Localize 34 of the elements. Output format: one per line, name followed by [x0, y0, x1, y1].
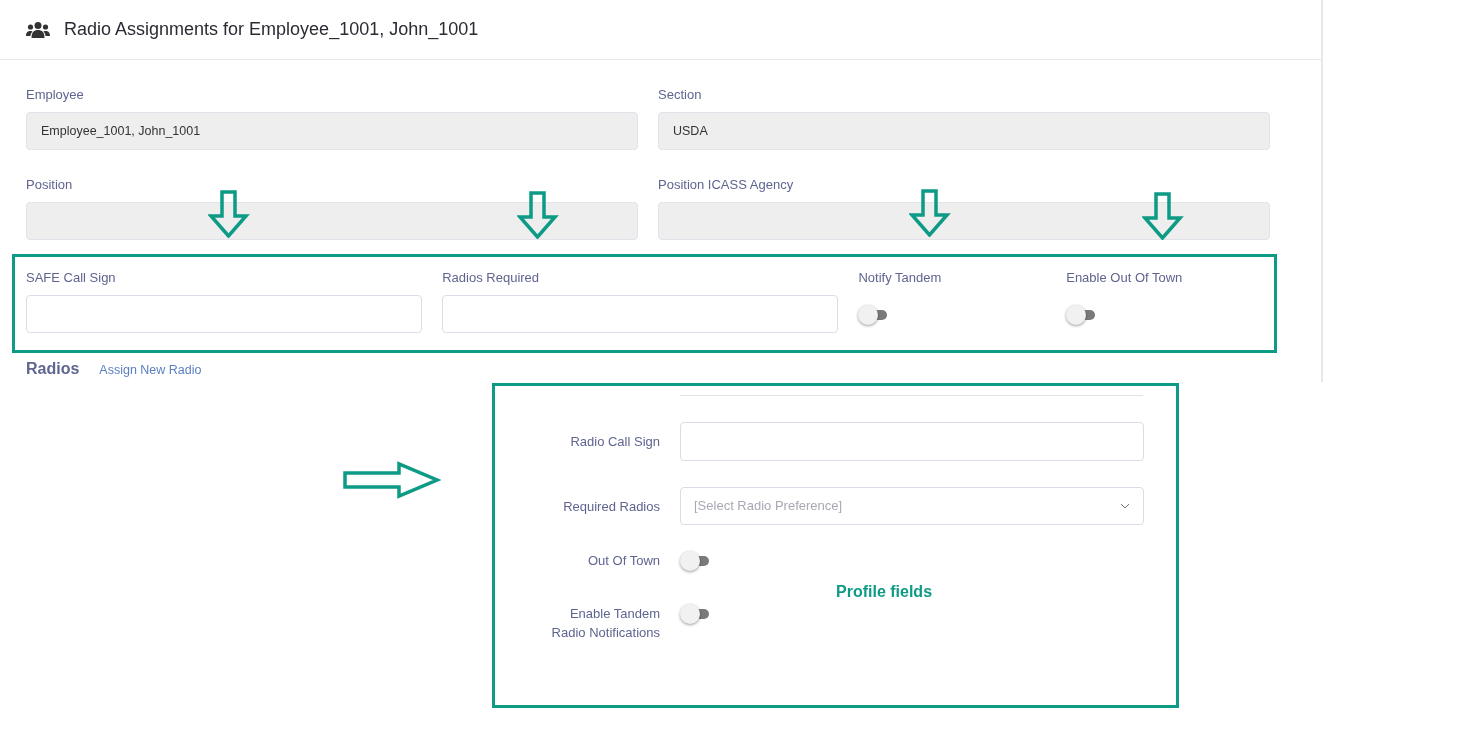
- field-label: Enable Tandem Radio Notifications: [550, 605, 660, 642]
- field-label: Employee: [26, 86, 85, 104]
- toggle-switch[interactable]: [680, 551, 710, 571]
- field-label: Section: [658, 86, 703, 104]
- down-arrow-icon: [208, 190, 250, 238]
- assign-radio-link[interactable]: Assign New Radio: [99, 361, 202, 380]
- chevron-down-icon: [1120, 503, 1130, 509]
- field-label: Radios Required: [442, 269, 541, 287]
- section-heading: Radios: [26, 359, 80, 379]
- field-label: Enable Out Of Town: [1066, 269, 1184, 287]
- readonly-field[interactable]: USDA: [658, 112, 1270, 150]
- toggle-switch[interactable]: [680, 604, 710, 624]
- page-title: Radio Assignments for Employee_1001, John_1001: [64, 18, 479, 42]
- text-field[interactable]: [442, 295, 839, 333]
- field-label: Notify Tandem: [858, 269, 943, 287]
- right-arrow-icon: [343, 461, 441, 499]
- readonly-field[interactable]: Employee_1001, John_1001: [26, 112, 638, 150]
- field-label: Position ICASS Agency: [658, 176, 795, 194]
- text-field[interactable]: [26, 295, 423, 333]
- down-arrow-icon: [1142, 192, 1184, 240]
- readonly-field[interactable]: [26, 202, 638, 240]
- down-arrow-icon: [517, 191, 559, 239]
- down-arrow-icon: [909, 189, 951, 237]
- users-icon: [26, 20, 50, 39]
- readonly-field[interactable]: [658, 202, 1270, 240]
- text-field[interactable]: [680, 422, 1144, 461]
- field-label: Out Of Town: [587, 552, 660, 570]
- field-label: Radio Call Sign: [569, 433, 660, 451]
- toggle-switch[interactable]: [858, 305, 889, 325]
- annotation-label: Profile fields: [836, 582, 933, 602]
- field-label: SAFE Call Sign: [26, 269, 117, 287]
- field-label: Required Radios: [562, 498, 660, 516]
- toggle-switch[interactable]: [1066, 305, 1097, 325]
- field-label: Position: [26, 176, 74, 194]
